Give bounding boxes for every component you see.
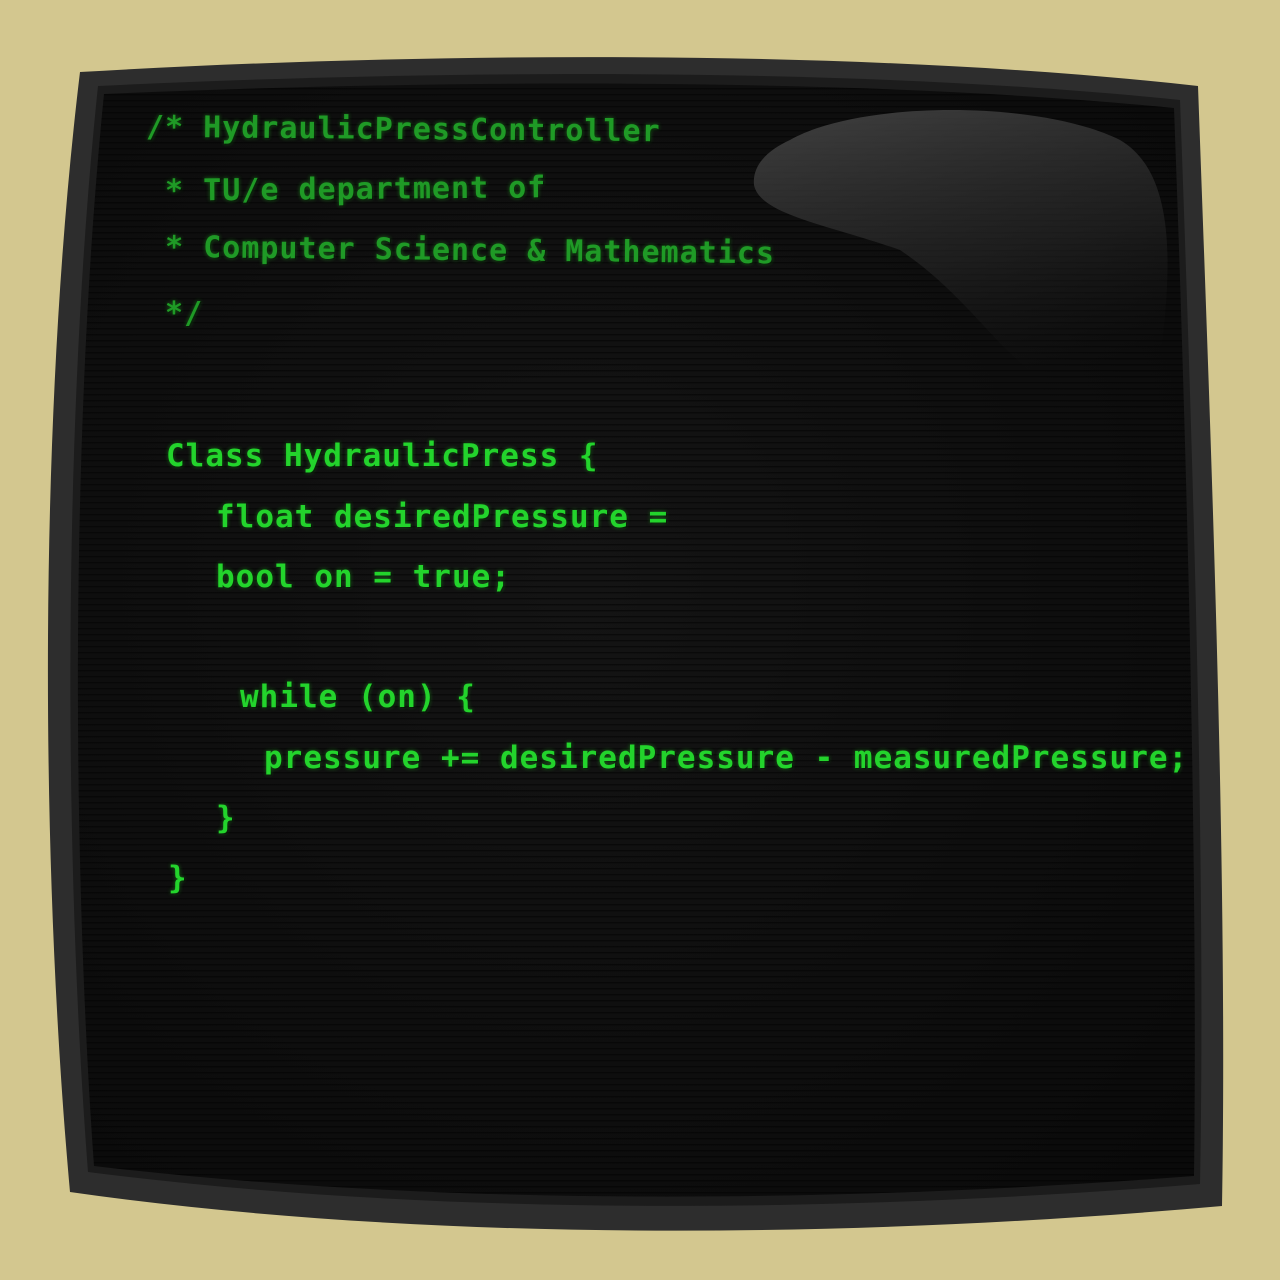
code-class-close-brace: } bbox=[168, 860, 188, 896]
code-bool-declaration: bool on = true; bbox=[216, 559, 511, 595]
comment-line-2: * TU/e department of bbox=[145, 170, 547, 209]
code-class-declaration: Class HydraulicPress { bbox=[166, 438, 599, 474]
comment-line-1: /* HydraulicPressController bbox=[145, 109, 661, 150]
code-while-loop: while (on) { bbox=[240, 679, 476, 715]
code-pressure-update: pressure += desiredPressure - measuredPr… bbox=[264, 740, 1189, 776]
comment-line-3: * Computer Science & Mathematics bbox=[145, 229, 776, 272]
code-float-declaration: float desiredPressure = bbox=[216, 499, 669, 535]
code-while-close-brace: } bbox=[216, 800, 236, 836]
comment-line-4: */ bbox=[146, 296, 204, 331]
